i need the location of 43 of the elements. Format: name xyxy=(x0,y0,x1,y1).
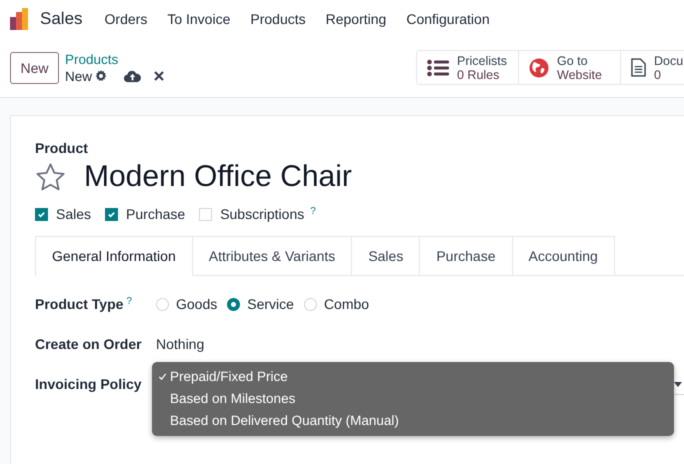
radio-label: Service xyxy=(247,296,294,312)
tab[interactable]: Accounting xyxy=(512,236,615,275)
globe-icon xyxy=(529,58,549,78)
field-value: Nothing xyxy=(156,336,204,352)
check-icon xyxy=(107,210,116,218)
radio-label: Goods xyxy=(176,296,218,312)
stat-button[interactable]: Pricelists 0 Rules xyxy=(417,51,519,84)
checkbox[interactable] xyxy=(105,208,118,220)
checkbox-label: Sales xyxy=(56,206,92,222)
field-label: Invoicing Policy xyxy=(35,376,142,392)
star-icon[interactable] xyxy=(35,162,66,192)
close-icon[interactable] xyxy=(154,71,164,81)
gear-icon[interactable] xyxy=(95,70,108,82)
help-mark[interactable]: ? xyxy=(126,296,132,307)
radio-button[interactable] xyxy=(227,298,240,310)
product-name[interactable]: Modern Office Chair xyxy=(84,160,352,194)
app-logo-icon[interactable] xyxy=(10,8,30,30)
document-icon xyxy=(631,58,646,77)
menu-item[interactable]: Products xyxy=(250,11,306,27)
checkbox-label: Subscriptions xyxy=(220,206,304,222)
dropdown-option[interactable]: Based on Milestones xyxy=(152,388,674,410)
check-icon xyxy=(37,210,46,218)
menu-item[interactable]: To Invoice xyxy=(167,11,230,27)
cloud-upload-icon[interactable] xyxy=(124,70,142,82)
checkbox-label: Purchase xyxy=(126,206,186,222)
field-label: Create on Order xyxy=(35,336,142,352)
caret-icon xyxy=(674,382,682,386)
record-name: New xyxy=(65,68,92,84)
menu-item[interactable]: Configuration xyxy=(406,11,490,27)
checkbox[interactable] xyxy=(35,208,48,220)
app-name[interactable]: Sales xyxy=(40,9,83,29)
radio-label: Combo xyxy=(324,296,370,312)
field-label: Product Type xyxy=(35,296,124,312)
menu-item[interactable]: Orders xyxy=(104,11,148,27)
breadcrumb-link[interactable]: Products xyxy=(65,50,164,68)
dropdown-option[interactable]: Based on Delivered Quantity (Manual) xyxy=(152,410,674,432)
tab[interactable]: General Information xyxy=(35,236,193,276)
field-label: Product xyxy=(35,140,89,156)
new-button[interactable]: New xyxy=(10,52,59,84)
menu-item[interactable]: Reporting xyxy=(326,11,386,27)
list-icon xyxy=(427,58,449,76)
help-mark[interactable]: ? xyxy=(310,206,316,217)
dropdown-option[interactable]: Prepaid/Fixed Price xyxy=(152,366,674,388)
